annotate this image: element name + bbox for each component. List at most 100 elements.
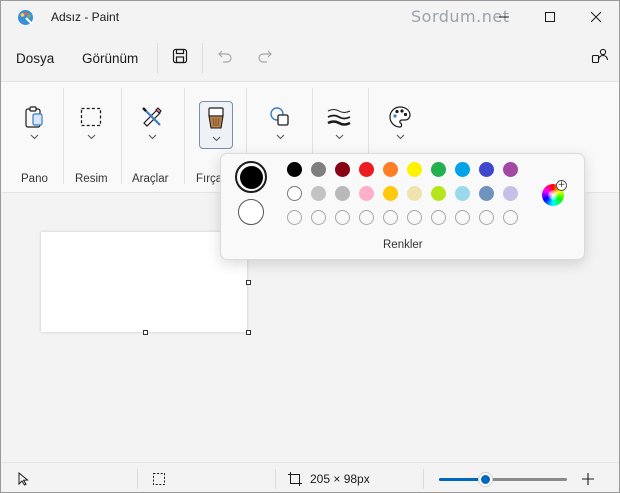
color-swatch[interactable] — [335, 186, 350, 201]
chevron-down-icon — [396, 134, 404, 140]
account-icon — [591, 48, 609, 64]
color-swatch[interactable] — [383, 162, 398, 177]
canvas-size-icon — [287, 471, 303, 487]
color-swatch[interactable] — [479, 162, 494, 177]
group-label-image: Resim — [75, 173, 108, 185]
plus-icon — [582, 473, 594, 485]
tools-button[interactable] — [135, 100, 169, 148]
tools-icon — [139, 104, 165, 130]
paint-app-icon — [17, 9, 34, 26]
custom-color-slot[interactable] — [479, 210, 494, 225]
clipboard-button[interactable] — [17, 100, 51, 148]
image-select-button[interactable] — [74, 100, 108, 148]
custom-color-slot[interactable] — [407, 210, 422, 225]
ribbon-divider — [63, 88, 64, 184]
zoom-slider-thumb[interactable] — [478, 472, 493, 487]
colors-button[interactable] — [383, 100, 417, 148]
color-swatch[interactable] — [407, 186, 422, 201]
custom-color-slot[interactable] — [383, 210, 398, 225]
save-button[interactable] — [167, 43, 193, 69]
canvas-size-text: 205 × 98px — [310, 472, 370, 486]
chevron-down-icon — [148, 134, 156, 140]
secondary-color[interactable] — [238, 199, 264, 225]
redo-icon — [258, 50, 272, 63]
color-swatch[interactable] — [455, 186, 470, 201]
menu-divider — [202, 43, 203, 73]
ribbon-divider — [184, 88, 185, 184]
redo-button[interactable] — [252, 43, 278, 69]
palette-icon — [387, 104, 413, 130]
resize-handle-right[interactable] — [246, 280, 251, 285]
minimize-icon — [499, 16, 509, 18]
color-swatch[interactable] — [287, 186, 302, 201]
status-divider — [423, 469, 424, 489]
add-color-icon: + — [556, 180, 567, 191]
resize-handle-corner[interactable] — [246, 330, 251, 335]
brush-icon — [203, 106, 229, 132]
maximize-icon — [545, 12, 555, 22]
undo-button[interactable] — [212, 43, 238, 69]
color-swatch[interactable] — [311, 186, 326, 201]
maximize-button[interactable] — [527, 1, 573, 33]
chevron-down-icon — [87, 134, 95, 140]
chevron-down-icon — [212, 136, 220, 142]
primary-color-fill — [239, 165, 263, 189]
menu-view[interactable]: Görünüm — [82, 51, 138, 66]
color-swatch[interactable] — [479, 186, 494, 201]
color-swatch[interactable] — [335, 162, 350, 177]
chevron-down-icon — [335, 134, 343, 140]
paint-window: Adsız - Paint Sordum.net Dosya Görünüm P… — [0, 0, 620, 493]
window-title: Adsız - Paint — [51, 10, 120, 24]
custom-color-slot[interactable] — [359, 210, 374, 225]
color-swatch[interactable] — [359, 186, 374, 201]
color-swatch[interactable] — [431, 186, 446, 201]
stroke-size-icon — [326, 104, 352, 130]
status-bar: 205 × 98px — [1, 462, 619, 492]
shapes-button[interactable] — [263, 100, 297, 148]
brush-button[interactable] — [199, 101, 233, 149]
chevron-down-icon — [30, 134, 38, 140]
primary-color[interactable] — [235, 161, 267, 193]
custom-color-slot[interactable] — [431, 210, 446, 225]
chevron-down-icon — [276, 134, 284, 140]
ribbon-divider — [121, 88, 122, 184]
custom-color-slot[interactable] — [455, 210, 470, 225]
menu-divider — [157, 43, 158, 73]
drawing-canvas[interactable] — [41, 232, 247, 332]
zoom-in-button[interactable] — [580, 471, 596, 487]
color-swatch[interactable] — [431, 162, 446, 177]
colors-label: Renkler — [383, 239, 423, 251]
menu-file[interactable]: Dosya — [16, 51, 54, 66]
color-swatch[interactable] — [503, 162, 518, 177]
zoom-slider[interactable] — [439, 470, 569, 488]
custom-color-slot[interactable] — [335, 210, 350, 225]
custom-color-slot[interactable] — [311, 210, 326, 225]
account-button[interactable] — [587, 43, 613, 69]
group-label-tools: Araçlar — [132, 173, 169, 185]
status-divider — [275, 469, 276, 489]
shapes-icon — [267, 104, 293, 130]
close-icon — [591, 12, 601, 22]
color-swatch[interactable] — [311, 162, 326, 177]
custom-color-slot[interactable] — [503, 210, 518, 225]
cursor-position-icon — [15, 471, 31, 487]
color-swatch[interactable] — [455, 162, 470, 177]
group-label-brush: Fırça — [196, 173, 223, 185]
color-swatch[interactable] — [383, 186, 398, 201]
color-swatch[interactable] — [287, 162, 302, 177]
resize-handle-bottom[interactable] — [143, 330, 148, 335]
group-label-clipboard: Pano — [21, 173, 48, 185]
status-divider — [137, 469, 138, 489]
color-swatch[interactable] — [359, 162, 374, 177]
custom-color-slot[interactable] — [287, 210, 302, 225]
close-button[interactable] — [573, 1, 619, 33]
save-icon — [172, 48, 188, 64]
colors-flyout: + Renkler — [220, 153, 585, 260]
title-bar: Adsız - Paint Sordum.net — [1, 1, 619, 33]
stroke-size-button[interactable] — [322, 100, 356, 148]
undo-icon — [218, 50, 232, 63]
color-swatch[interactable] — [407, 162, 422, 177]
color-swatch[interactable] — [503, 186, 518, 201]
minimize-button[interactable] — [481, 1, 527, 33]
clipboard-icon — [21, 104, 47, 130]
